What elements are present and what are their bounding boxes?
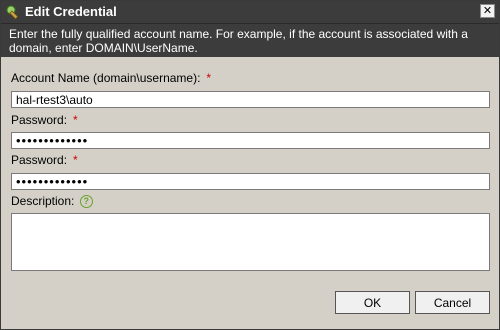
- account-name-label: Account Name (domain\username): *: [11, 71, 211, 85]
- description-label-text: Description:: [11, 194, 75, 208]
- close-button[interactable]: ✕: [480, 4, 495, 18]
- confirm-password-label: Password: *: [11, 153, 78, 167]
- password-label-text: Password:: [11, 113, 68, 127]
- edit-credential-dialog: Edit Credential ✕ Enter the fully qualif…: [0, 0, 500, 330]
- ok-button[interactable]: OK: [335, 291, 410, 314]
- required-marker: *: [206, 71, 212, 85]
- instruction-text: Enter the fully qualified account name. …: [1, 24, 499, 57]
- dialog-title: Edit Credential: [25, 4, 117, 19]
- description-label: Description: ?: [11, 194, 93, 209]
- confirm-password-input[interactable]: •••••••••••••: [11, 173, 490, 190]
- account-name-label-text: Account Name (domain\username):: [11, 71, 201, 85]
- cancel-button[interactable]: Cancel: [415, 291, 490, 314]
- required-marker: *: [73, 113, 78, 127]
- confirm-password-label-text: Password:: [11, 153, 68, 167]
- help-icon[interactable]: ?: [79, 195, 93, 209]
- credential-icon: [5, 4, 21, 20]
- account-name-input[interactable]: hal-rtest3\auto: [11, 91, 490, 108]
- required-marker: *: [73, 153, 78, 167]
- password-label: Password: *: [11, 113, 78, 127]
- password-input[interactable]: •••••••••••••: [11, 132, 490, 149]
- title-bar[interactable]: Edit Credential ✕: [1, 1, 499, 24]
- description-textarea[interactable]: [11, 213, 490, 271]
